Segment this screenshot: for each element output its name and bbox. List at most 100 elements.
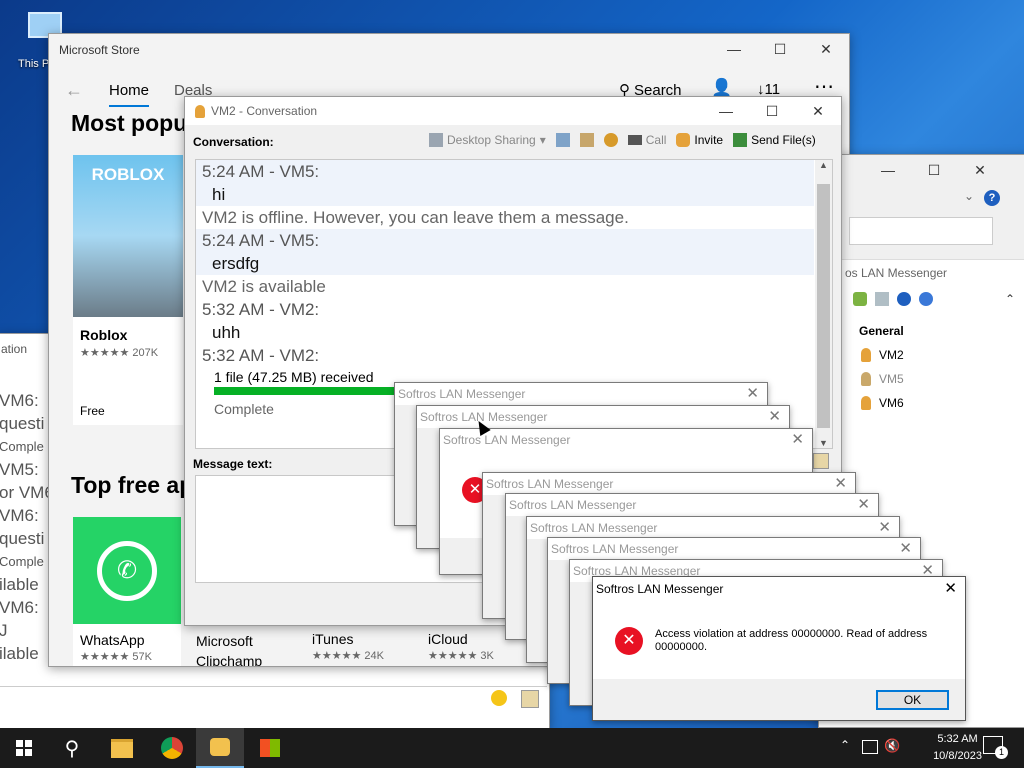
error-dialog: Softros LAN Messenger ✕ ✕ Access violati… <box>592 576 966 721</box>
send-files-button[interactable]: Send File(s) <box>733 133 816 147</box>
dialog-title: Softros LAN Messenger <box>548 538 920 560</box>
app-card-roblox[interactable]: ROBLOX Roblox ★★★★★ 207K Free <box>73 155 183 425</box>
messenger-address-box[interactable] <box>849 217 993 245</box>
contact-info-icon[interactable] <box>579 133 594 147</box>
notification-count: 1 <box>995 746 1008 759</box>
contact-vm5[interactable]: VM5 <box>861 372 904 386</box>
chrome-taskbar-button[interactable] <box>148 728 196 768</box>
search-icon: ⚲ <box>64 737 80 760</box>
network-icon[interactable] <box>862 740 878 754</box>
settings-icon[interactable] <box>603 133 618 147</box>
contact-vm2[interactable]: VM2 <box>861 348 904 362</box>
desktop-sharing-button[interactable]: Desktop Sharing ▾ <box>429 133 546 147</box>
messenger-minimize-button[interactable]: — <box>865 155 911 185</box>
taskbar-search-button[interactable]: ⚲ <box>48 728 96 768</box>
dialog-close-button[interactable]: ✕ <box>878 517 891 539</box>
ok-button[interactable]: OK <box>876 690 949 710</box>
message-text: uhh <box>212 323 241 342</box>
rating-count: 3K <box>480 650 494 662</box>
scroll-down-arrow-icon[interactable]: ▼ <box>815 438 832 448</box>
store-maximize-button[interactable]: ☐ <box>757 34 803 64</box>
desktop-sharing-label: Desktop Sharing <box>447 133 536 147</box>
app-card-whatsapp[interactable]: ✆ WhatsApp ★★★★★ 57K <box>73 517 181 666</box>
messenger-maximize-button[interactable]: ☐ <box>911 155 957 185</box>
status-notice: VM2 is available <box>202 277 326 296</box>
invite-icon <box>676 133 691 147</box>
whatsapp-logo-icon: ✆ <box>97 540 157 601</box>
invite-button[interactable]: Invite <box>676 133 723 147</box>
app-price: Free <box>80 404 105 418</box>
contact-vm6[interactable]: VM6 <box>861 396 904 410</box>
clock-time: 5:32 AM <box>937 733 978 745</box>
error-dialog-close-button[interactable]: ✕ <box>944 577 957 601</box>
dialog-close-button[interactable]: ✕ <box>857 494 870 516</box>
emoji-icon[interactable] <box>491 690 507 706</box>
info-icon[interactable] <box>919 292 933 306</box>
account-icon[interactable]: 👤 <box>711 78 732 98</box>
dialog-title: Softros LAN Messenger <box>483 473 855 495</box>
file-progress-track <box>214 387 400 395</box>
app-name: iTunes <box>312 631 354 647</box>
store-close-button[interactable]: ✕ <box>803 34 849 64</box>
collapse-chevron-icon[interactable]: ⌃ <box>1005 292 1015 306</box>
dialog-close-button[interactable]: ✕ <box>834 473 847 495</box>
conversation-scrollbar[interactable]: ▲ ▼ <box>815 160 832 448</box>
history-icon[interactable] <box>875 292 889 306</box>
send-files-label: Send File(s) <box>751 133 816 147</box>
file-explorer-taskbar-button[interactable] <box>98 728 146 768</box>
app-rating: ★★★★★ 3K <box>428 650 494 662</box>
messenger-icon <box>210 738 230 756</box>
group-general[interactable]: General <box>859 324 904 338</box>
call-label: Call <box>645 133 667 147</box>
app-name: Roblox <box>80 327 128 343</box>
app-rating: ★★★★★ 24K <box>312 650 384 662</box>
conversation-title: VM2 - Conversation <box>211 104 318 118</box>
start-button[interactable] <box>0 728 48 768</box>
scroll-up-arrow-icon[interactable]: ▲ <box>815 160 832 170</box>
help-icon[interactable]: ? <box>984 190 1000 206</box>
help-icon[interactable] <box>897 292 911 306</box>
dialog-close-button[interactable]: ✕ <box>791 429 804 451</box>
section-most-popular: Most popu <box>71 110 188 136</box>
conversation-toolbar: Desktop Sharing ▾ Call Invite Send File(… <box>429 133 816 147</box>
conversation-close-button[interactable]: ✕ <box>795 97 841 125</box>
dialog-close-button[interactable]: ✕ <box>899 538 912 560</box>
store-minimize-button[interactable]: — <box>711 34 757 64</box>
history-icon[interactable] <box>555 133 570 147</box>
show-hidden-icons-button[interactable]: ⌃ <box>840 738 850 752</box>
message-header: 5:32 AM - VM2: <box>202 300 320 319</box>
taskbar-clock[interactable]: 5:32 AM 10/8/2023 <box>933 731 982 765</box>
call-button[interactable]: Call <box>627 133 667 147</box>
format-text-icon[interactable] <box>813 453 829 469</box>
conversation-minimize-button[interactable]: — <box>703 97 749 125</box>
messenger-dropdown-icon[interactable]: ⌄ <box>964 189 974 203</box>
folder-icon <box>111 738 133 758</box>
scrollbar-thumb[interactable] <box>817 184 830 428</box>
camera-icon <box>627 135 642 145</box>
tab-home-underline <box>109 105 149 107</box>
store-taskbar-button[interactable] <box>246 728 294 768</box>
tab-home[interactable]: Home <box>109 82 149 107</box>
bg-message-box[interactable] <box>0 686 547 713</box>
user-online-icon <box>861 396 871 410</box>
messenger-toolbar <box>853 292 933 306</box>
rating-count: 24K <box>364 650 384 662</box>
messenger-close-button[interactable]: ✕ <box>957 155 1003 185</box>
chrome-icon <box>161 737 183 759</box>
dialog-title: Softros LAN Messenger <box>395 383 767 405</box>
dialog-title: Softros LAN Messenger <box>527 517 899 539</box>
dialog-close-button[interactable]: ✕ <box>768 406 781 428</box>
whatsapp-tile: ✆ <box>73 517 181 624</box>
message-header: 5:24 AM - VM5: <box>196 160 814 183</box>
messenger-taskbar-button[interactable] <box>196 728 244 768</box>
app-card-clipchamp[interactable]: Microsoft Clipchamp <box>189 631 297 666</box>
dialog-close-button[interactable]: ✕ <box>746 383 759 405</box>
format-icon[interactable] <box>521 690 539 708</box>
conversation-maximize-button[interactable]: ☐ <box>749 97 795 125</box>
volume-muted-icon[interactable]: 🔇 <box>884 738 900 754</box>
back-arrow-icon[interactable]: ← <box>65 80 83 101</box>
clock-date: 10/8/2023 <box>933 750 982 762</box>
action-center-button[interactable]: 1 <box>983 736 1008 759</box>
app-card-itunes[interactable]: iTunes ★★★★★ 24K <box>305 631 413 662</box>
add-contact-icon[interactable] <box>853 292 867 306</box>
